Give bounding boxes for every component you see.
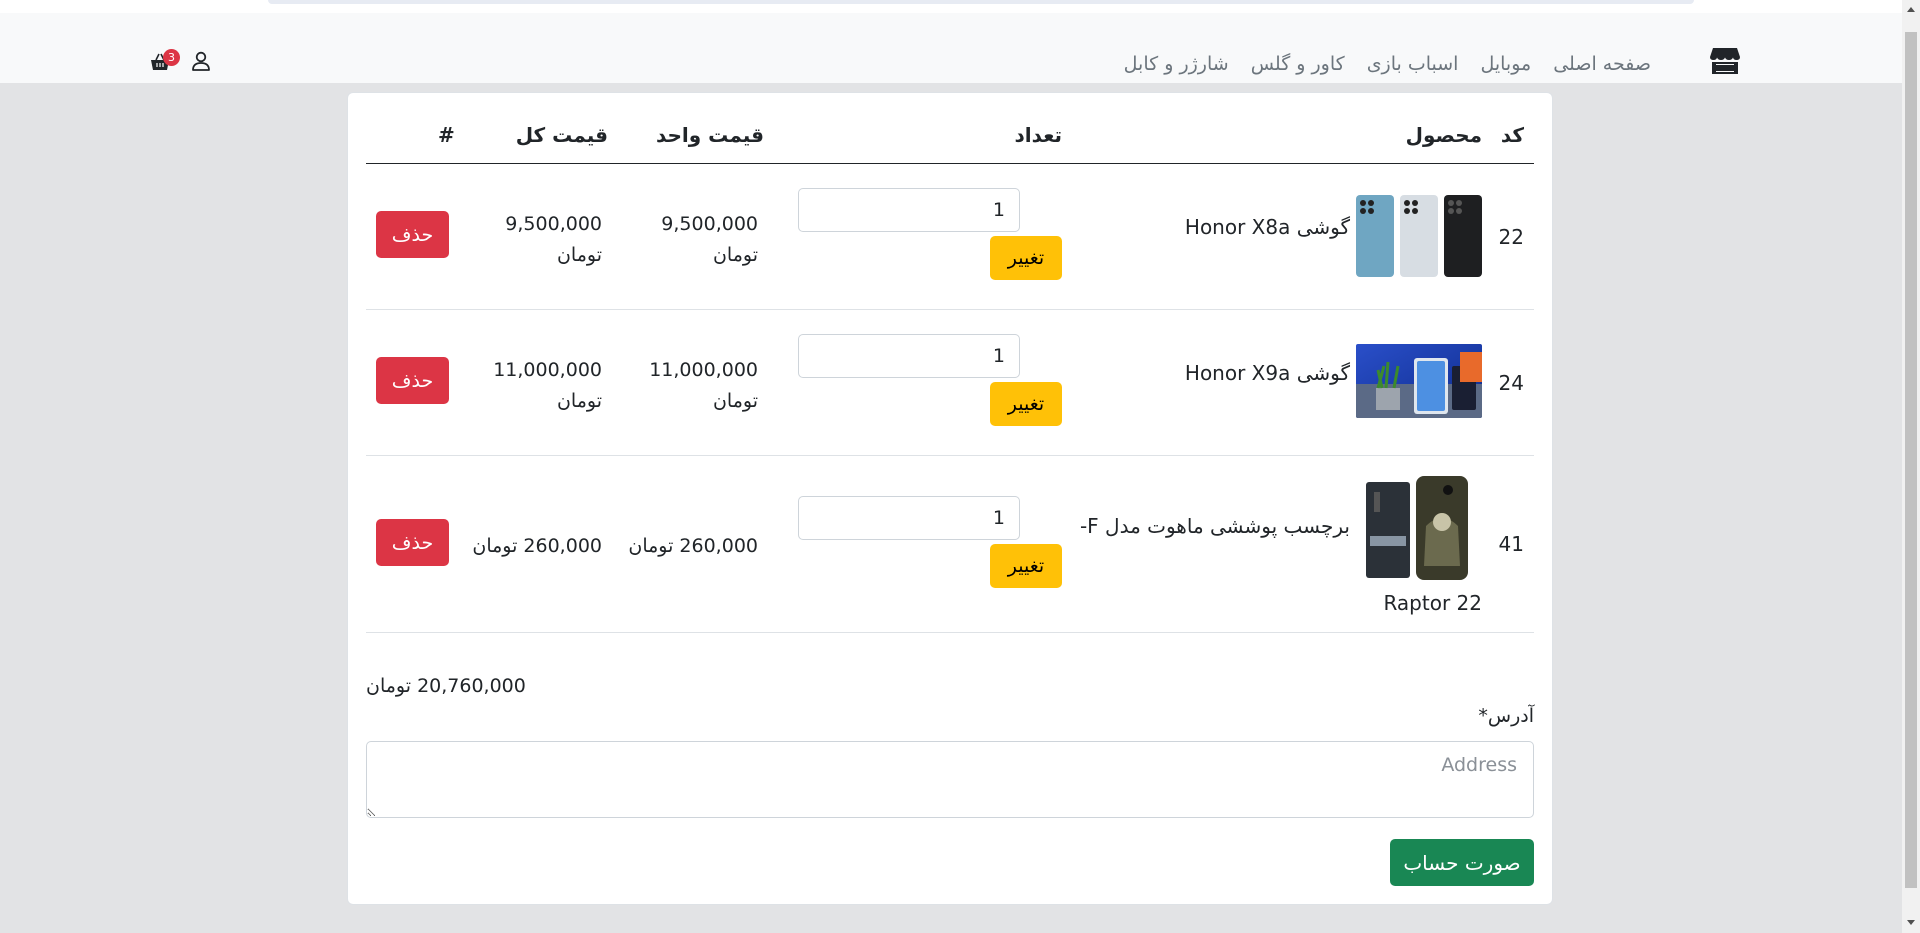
product-name-line2: 22 Raptor <box>1383 591 1482 615</box>
product-name[interactable]: برچسب پوششی ماهوت مدل F- <box>1080 514 1350 538</box>
total-price: 260,000 تومان <box>472 535 602 557</box>
cart-count-badge: 3 <box>163 49 180 66</box>
product-code: 24 <box>1498 371 1524 395</box>
scroll-up-arrow[interactable] <box>1907 7 1915 12</box>
product-code: 22 <box>1498 225 1524 249</box>
scroll-down-arrow[interactable] <box>1907 920 1915 925</box>
browser-top-strip <box>0 0 1902 14</box>
scrollbar-thumb[interactable] <box>1905 32 1917 888</box>
unit-price: 9,500,000 تومان <box>661 213 758 266</box>
header-quantity: تعداد <box>1014 123 1062 147</box>
quantity-input[interactable] <box>798 188 1020 232</box>
table-row: 41 برچسب پوششی ماهوت مدل F- 22 Raptor تغ… <box>366 455 1534 633</box>
table-row: 24 گوشی Honor X9a تغییر 11,000,000 تومان… <box>366 309 1534 456</box>
total-price: 9,500,000 تومان <box>505 213 602 266</box>
user-icon[interactable] <box>191 51 211 71</box>
header-unit-price: قیمت واحد <box>655 123 764 147</box>
cart-grand-total: 20,760,000 تومان <box>366 675 526 697</box>
nav-link-covers[interactable]: کاور و گلس <box>1251 49 1345 79</box>
product-image[interactable] <box>1356 344 1482 418</box>
invoice-button[interactable]: صورت حساب <box>1390 839 1534 886</box>
product-code: 41 <box>1498 532 1524 556</box>
header-hash: # <box>438 123 455 147</box>
product-name[interactable]: گوشی Honor X8a <box>1185 215 1350 239</box>
header-total-price: قیمت کل <box>515 123 608 147</box>
address-field[interactable] <box>366 741 1534 818</box>
navbar: صفحه اصلی موبایل اسباب بازی کاور و گلس ش… <box>0 13 1902 83</box>
product-image[interactable] <box>1356 193 1482 277</box>
nav-link-chargers[interactable]: شارژر و کابل <box>1124 49 1229 79</box>
address-label: آدرس* <box>1478 705 1534 727</box>
unit-price: 11,000,000 تومان <box>649 359 758 412</box>
product-name[interactable]: گوشی Honor X9a <box>1185 361 1350 385</box>
store-icon[interactable] <box>1709 47 1741 75</box>
product-image[interactable] <box>1366 476 1472 580</box>
quantity-input[interactable] <box>798 334 1020 378</box>
change-quantity-button[interactable]: تغییر <box>990 236 1062 280</box>
unit-price: 260,000 تومان <box>628 535 758 557</box>
total-price: 11,000,000 تومان <box>493 359 602 412</box>
nav-link-mobile[interactable]: موبایل <box>1480 49 1531 79</box>
delete-button[interactable]: حذف <box>376 211 449 258</box>
delete-button[interactable]: حذف <box>376 357 449 404</box>
header-code: کد <box>1500 123 1524 147</box>
header-product: محصول <box>1405 123 1482 147</box>
change-quantity-button[interactable]: تغییر <box>990 382 1062 426</box>
address-bar-edge <box>268 0 1694 4</box>
cart-card: کد محصول تعداد قیمت واحد قیمت کل # 22 گو… <box>347 92 1553 905</box>
change-quantity-button[interactable]: تغییر <box>990 544 1062 588</box>
nav-links: صفحه اصلی موبایل اسباب بازی کاور و گلس ش… <box>1124 49 1651 79</box>
quantity-input[interactable] <box>798 496 1020 540</box>
page-scrollbar[interactable] <box>1902 0 1920 933</box>
nav-link-toys[interactable]: اسباب بازی <box>1367 49 1459 79</box>
table-row: 22 گوشی Honor X8a تغییر 9,500,000 تومان … <box>366 163 1534 310</box>
nav-link-home[interactable]: صفحه اصلی <box>1553 49 1651 79</box>
table-header: کد محصول تعداد قیمت واحد قیمت کل # <box>366 93 1534 164</box>
delete-button[interactable]: حذف <box>376 519 449 566</box>
